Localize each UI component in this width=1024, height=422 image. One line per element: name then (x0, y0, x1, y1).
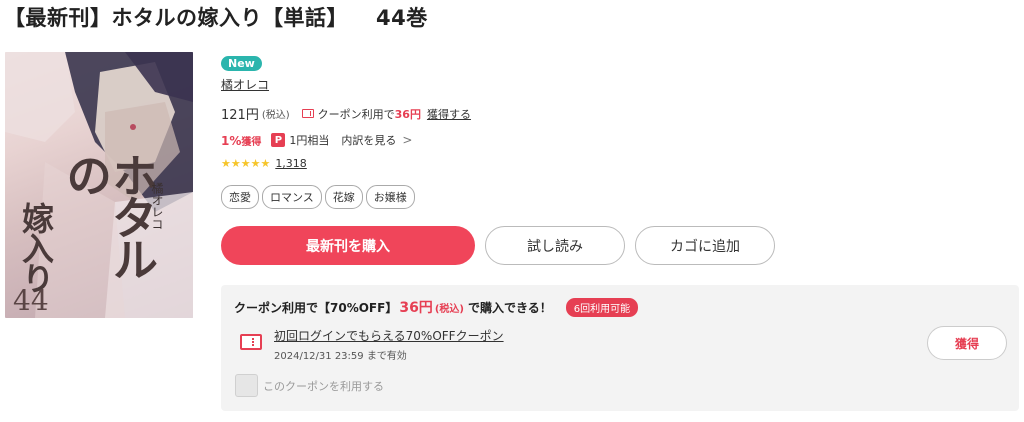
new-badge-wrap: New (221, 52, 262, 71)
coupon-get-button[interactable]: 獲得 (927, 326, 1007, 360)
new-badge: New (221, 56, 262, 71)
points-detail-link[interactable]: 内訳を見る (341, 132, 396, 148)
cover-volume-number: 44 (13, 284, 49, 317)
title-volume: 44巻 (376, 6, 428, 30)
coupon-valid-until: 2024/12/31 23:59 まで有効 (274, 351, 407, 362)
book-cover-image[interactable]: ホタルの 嫁入り 橘オレコ 44 (5, 52, 193, 318)
add-to-cart-button[interactable]: カゴに追加 (635, 226, 775, 265)
trial-read-button[interactable]: 試し読み (485, 226, 625, 265)
cover-author-text: 橘オレコ (150, 182, 164, 230)
coupon-get-link[interactable]: 獲得する (427, 106, 471, 122)
author-link[interactable]: 橘オレコ (221, 76, 269, 93)
coupon-headline-tax: (税込) (434, 303, 464, 315)
coupon-headline-pre: クーポン利用で【70%OFF】 (234, 300, 398, 315)
points-row: 1%獲得 P 1円相当 内訳を見る > (221, 132, 412, 148)
points-label: 獲得 (241, 136, 262, 148)
coupon-headline-price: 36円 (399, 300, 433, 316)
use-coupon-checkbox[interactable] (235, 374, 258, 397)
use-coupon-label: このクーポンを利用する (263, 380, 384, 393)
coupon-uses-badge: 6回利用可能 (565, 297, 639, 317)
price: 121円 (221, 108, 259, 123)
tag[interactable]: 花嫁 (324, 185, 363, 209)
coupon-icon (301, 109, 314, 118)
coupon-name-link[interactable]: 初回ログインでもらえる70%OFFクーポン (274, 327, 504, 344)
coupon-text: クーポン利用で (317, 107, 395, 121)
genre-tags: 恋愛 ロマンス 花嫁 お嬢様 (221, 185, 415, 209)
coupon-panel: クーポン利用で【70%OFF】 36円 (税込) で購入できる！ 6回利用可能 … (221, 285, 1019, 411)
coupon-ticket-icon (240, 334, 262, 350)
points-percent: 1%獲得 (221, 133, 261, 148)
points-percent-value: 1% (221, 133, 242, 148)
rating-stars-icon: ★★★★★ (221, 157, 271, 170)
price-tax-label: (税込) (261, 110, 290, 121)
coupon-price: 36円 (394, 107, 421, 121)
title-main: 【最新刊】ホタルの嫁入り【単話】 (4, 6, 348, 30)
rating-count-link[interactable]: 1,318 (275, 157, 307, 170)
cover-title-text: ホタルの (59, 152, 159, 278)
coupon-headline: クーポン利用で【70%OFF】 36円 (税込) で購入できる！ 6回利用可能 (234, 297, 639, 317)
paypay-point-icon: P (271, 133, 286, 147)
tag[interactable]: ロマンス (262, 185, 322, 209)
coupon-headline-post: で購入できる！ (467, 300, 552, 315)
price-row: 121円 (税込) クーポン利用で 36円 獲得する (221, 104, 471, 124)
tag[interactable]: お嬢様 (365, 185, 415, 209)
page-title: 【最新刊】ホタルの嫁入り【単話】 44巻 (4, 2, 428, 32)
points-yen: 1円相当 (289, 134, 330, 147)
rating-row: ★★★★★ 1,318 (221, 157, 307, 170)
buy-latest-button[interactable]: 最新刊を購入 (221, 226, 475, 265)
cover-subtitle-text: 嫁入り (17, 202, 55, 292)
chevron-right-icon[interactable]: > (402, 133, 412, 147)
tag[interactable]: 恋愛 (221, 185, 259, 209)
